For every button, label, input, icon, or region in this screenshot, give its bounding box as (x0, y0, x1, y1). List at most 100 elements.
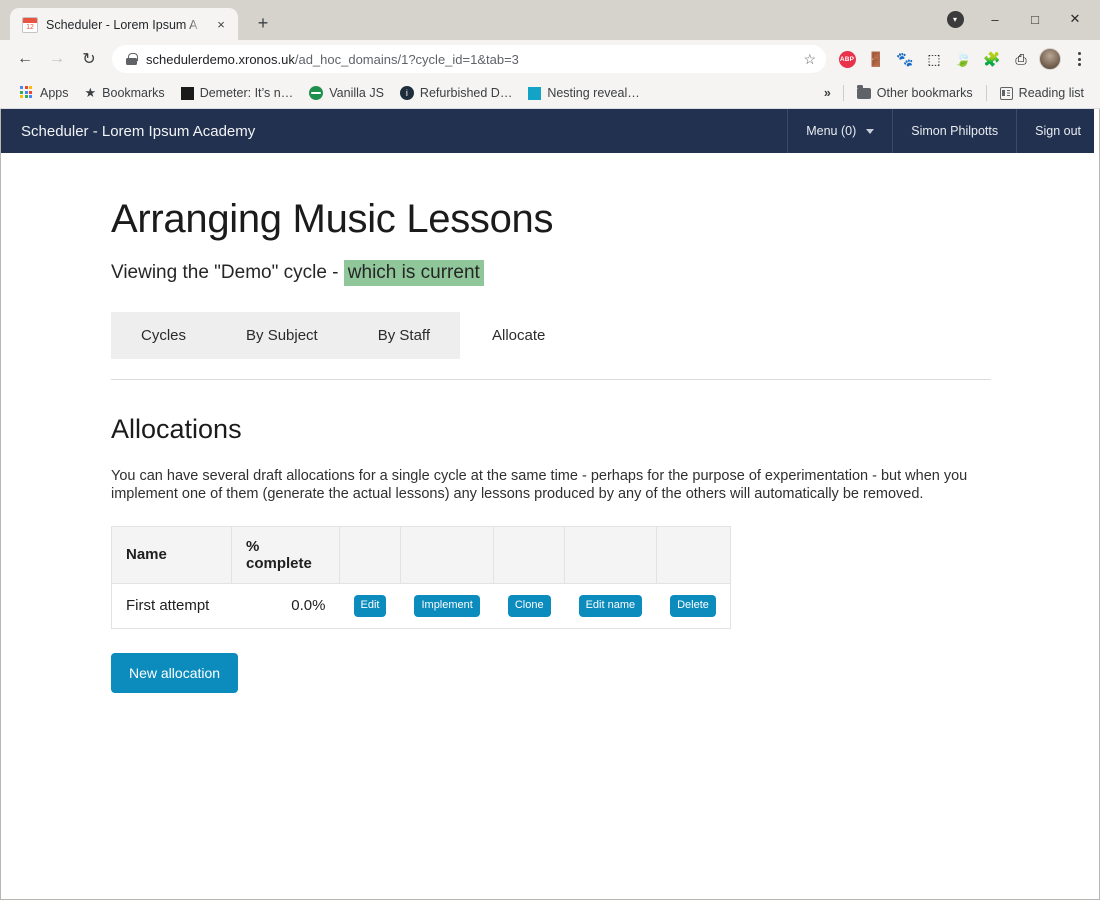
profile-avatar[interactable] (1037, 46, 1063, 72)
bookmark-demeter[interactable]: Demeter: It’s n… (173, 83, 302, 103)
menu-dropdown-label: Menu (0) (806, 124, 857, 138)
reading-list-button[interactable]: Reading list (992, 83, 1092, 103)
teal-square-icon (528, 86, 542, 100)
extensions-puzzle-icon[interactable]: 🧩 (979, 46, 1005, 72)
tab-bar-inactive-group: Cycles By Subject By Staff (111, 312, 460, 359)
lock-icon (126, 52, 138, 66)
tab-by-staff[interactable]: By Staff (348, 312, 460, 359)
app-brand-link[interactable]: Scheduler - Lorem Ipsum Academy (1, 109, 255, 153)
bookmarks-divider (842, 85, 844, 101)
cycle-subtitle: Viewing the "Demo" cycle - which is curr… (111, 260, 991, 286)
browser-menu-icon[interactable] (1066, 46, 1092, 72)
bookmarks-divider-2 (985, 85, 987, 101)
browser-tab[interactable]: 12 Scheduler - Lorem Ipsum A × (10, 8, 238, 41)
column-header-blank-4 (564, 526, 657, 584)
bookmark-apps[interactable]: Apps (12, 83, 77, 103)
sign-out-link[interactable]: Sign out (1016, 109, 1099, 153)
bookmark-label: Bookmarks (102, 86, 165, 100)
apps-grid-icon (20, 86, 34, 100)
calendar-favicon-icon: 12 (22, 16, 38, 33)
reading-list-icon (999, 86, 1013, 100)
address-bar-url: schedulerdemo.xronos.uk/ad_hoc_domains/1… (146, 52, 794, 67)
other-bookmarks-button[interactable]: Other bookmarks (849, 83, 981, 103)
page-scrollbar[interactable] (1094, 109, 1099, 899)
column-header-blank-2 (400, 526, 495, 584)
extension-icons: ABP 🚪 🐾 ⬚ 🍃 🧩 ⎙ (834, 46, 1092, 72)
cast-icon[interactable]: ⎙ (1008, 46, 1034, 72)
info-circle-icon: i (399, 86, 414, 100)
column-header-blank-1 (339, 526, 401, 584)
tab-search-button[interactable]: ▾ (944, 8, 966, 30)
folder-icon (856, 84, 871, 99)
star-icon: ★ (84, 85, 97, 100)
current-cycle-badge: which is current (343, 260, 484, 286)
tab-allocate[interactable]: Allocate (460, 312, 576, 359)
section-divider (111, 379, 991, 380)
edit-name-button[interactable]: Edit name (578, 594, 643, 617)
screenshot-frame-icon[interactable]: ⬚ (921, 46, 947, 72)
bookmark-label: Demeter: It’s n… (199, 86, 294, 100)
column-header-percent-complete: % complete (231, 526, 340, 584)
column-header-blank-3 (493, 526, 566, 584)
chevron-down-icon: ▾ (946, 10, 964, 28)
forward-button-icon: → (49, 50, 65, 67)
content-container: Arranging Music Lessons Viewing the "Dem… (111, 197, 991, 693)
bookmarks-overflow-icon[interactable]: » (817, 83, 838, 103)
globe-icon (309, 86, 324, 100)
edit-button[interactable]: Edit (353, 594, 387, 617)
table-row: First attempt 0.0% Edit Implement Clone (112, 583, 731, 628)
allocations-table: Name % complete First attempt 0.0% Edit … (111, 525, 731, 629)
cell-action-edit: Edit (340, 583, 401, 628)
close-tab-icon[interactable]: × (212, 16, 230, 34)
adblock-plus-icon[interactable]: ABP (834, 46, 860, 72)
page-content: Arranging Music Lessons Viewing the "Dem… (1, 153, 1099, 899)
window-controls: ▾ – □ ✕ (944, 8, 1094, 30)
delete-button[interactable]: Delete (670, 594, 716, 617)
browser-window: 12 Scheduler - Lorem Ipsum A × + ▾ – □ ✕… (0, 0, 1100, 900)
bookmark-nesting[interactable]: Nesting reveal… (520, 83, 647, 103)
allocations-table-body: First attempt 0.0% Edit Implement Clone (112, 583, 731, 628)
other-bookmarks-label: Other bookmarks (876, 86, 973, 100)
tab-bar: Cycles By Subject By Staff Allocate (111, 312, 991, 359)
allocations-table-head: Name % complete (111, 526, 731, 584)
maximize-window-button[interactable]: □ (1024, 8, 1046, 30)
browser-tab-title: Scheduler - Lorem Ipsum A (46, 17, 198, 32)
bookmark-bookmarks-folder[interactable]: ★ Bookmarks (77, 82, 173, 104)
tab-by-subject[interactable]: By Subject (216, 312, 348, 359)
subtitle-prefix: Viewing the "Demo" cycle - (111, 262, 344, 283)
cell-action-implement: Implement (400, 583, 493, 628)
cell-percent-complete: 0.0% (291, 597, 326, 615)
user-name-link[interactable]: Simon Philpotts (892, 109, 1016, 153)
cell-action-clone: Clone (494, 583, 565, 628)
chevron-down-icon (866, 128, 875, 134)
favicon-day-number: 12 (26, 23, 34, 31)
new-allocation-button[interactable]: New allocation (111, 652, 239, 693)
tab-cycles[interactable]: Cycles (111, 312, 216, 359)
column-header-blank-5 (656, 526, 731, 584)
bookmark-label: Apps (40, 86, 69, 100)
leaf-icon[interactable]: 🍃 (950, 46, 976, 72)
minimize-window-button[interactable]: – (984, 8, 1006, 30)
page-viewport: Scheduler - Lorem Ipsum Academy Menu (0)… (0, 109, 1100, 900)
close-window-button[interactable]: ✕ (1064, 8, 1086, 30)
bookmark-label: Vanilla JS (329, 86, 384, 100)
bookmark-star-icon[interactable]: ☆ (803, 51, 816, 68)
new-tab-button[interactable]: + (248, 8, 278, 38)
app-navbar: Scheduler - Lorem Ipsum Academy Menu (0)… (1, 109, 1099, 153)
clone-button[interactable]: Clone (507, 594, 551, 617)
door-key-icon[interactable]: 🚪 (863, 46, 889, 72)
address-bar[interactable]: schedulerdemo.xronos.uk/ad_hoc_domains/1… (112, 45, 826, 73)
reload-button-icon[interactable]: ↻ (74, 44, 104, 74)
cell-action-delete: Delete (656, 583, 730, 628)
table-header-row: Name % complete (111, 526, 731, 584)
reading-list-label: Reading list (1018, 86, 1084, 100)
bookmark-label: Nesting reveal… (547, 86, 640, 100)
browser-toolbar: ← → ↻ schedulerdemo.xronos.uk/ad_hoc_dom… (0, 40, 1100, 78)
menu-dropdown[interactable]: Menu (0) (787, 109, 892, 153)
back-button-icon[interactable]: ← (10, 44, 40, 74)
app-navbar-right: Menu (0) Simon Philpotts Sign out (787, 109, 1099, 153)
bookmark-vanilla-js[interactable]: Vanilla JS (301, 83, 392, 103)
bookmark-refurbished[interactable]: i Refurbished D… (392, 83, 520, 103)
implement-button[interactable]: Implement (414, 594, 480, 617)
gnome-footprint-icon[interactable]: 🐾 (892, 46, 918, 72)
